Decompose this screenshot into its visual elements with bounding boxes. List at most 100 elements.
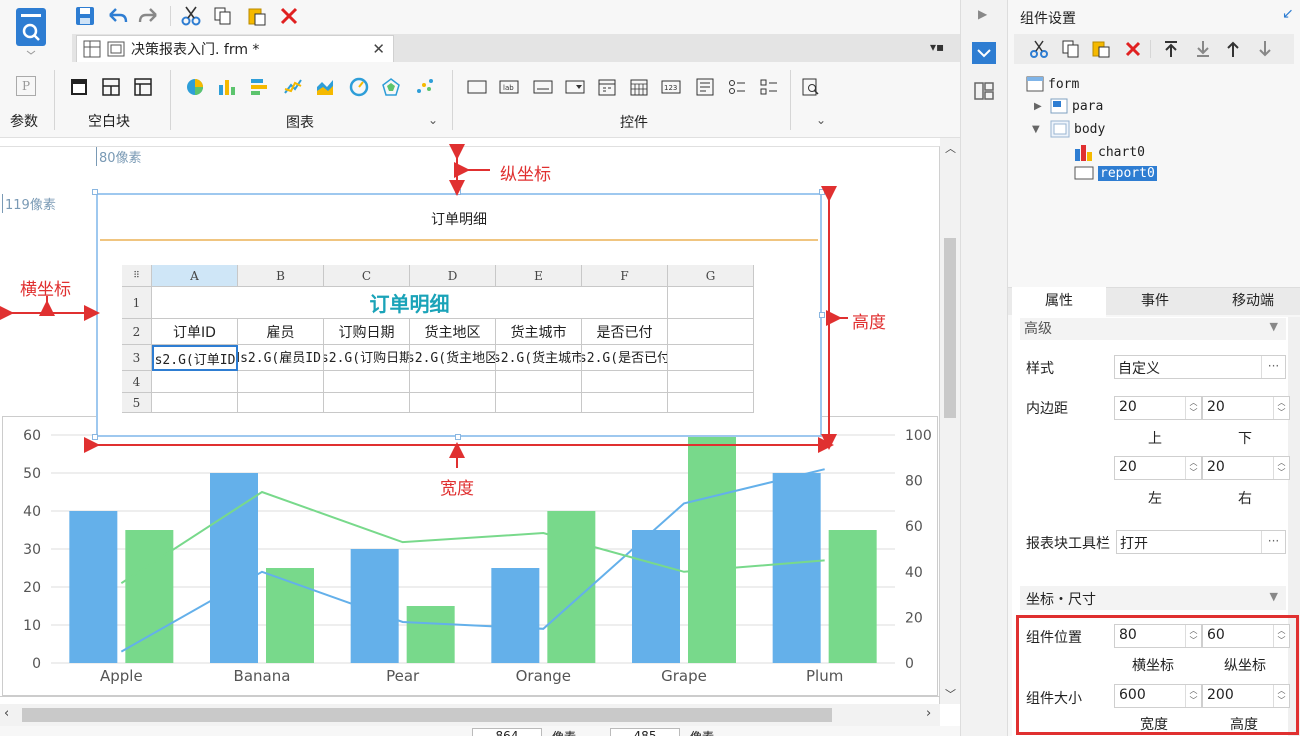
collapse-right-icon[interactable]: ▶ [978, 7, 987, 21]
label-control-icon[interactable]: lab [498, 76, 520, 98]
paste-icon[interactable] [246, 5, 268, 27]
radar-chart-icon[interactable] [380, 76, 402, 98]
chart-group-expand-icon[interactable]: ⌄ [428, 113, 438, 127]
padding-right-stepper-icon[interactable]: ︿ ﹀ [1273, 457, 1289, 479]
scroll-thumb[interactable] [944, 238, 956, 418]
status-height-field[interactable]: 485 [610, 728, 680, 736]
absolute-block-icon[interactable] [132, 76, 154, 98]
panel-toolbar [1014, 34, 1294, 64]
widget-paste-icon[interactable] [1090, 38, 1112, 60]
widget-delete-icon[interactable] [1122, 38, 1144, 60]
tree-collapse-body-icon[interactable]: ▼ [1032, 124, 1040, 135]
padding-bottom-stepper-icon[interactable]: ︿ ﹀ [1273, 397, 1289, 419]
tab-properties[interactable]: 属性 [1012, 287, 1106, 317]
widget-copy-icon[interactable] [1060, 38, 1082, 60]
area-chart-icon[interactable] [314, 76, 336, 98]
svg-text:lab: lab [503, 84, 514, 92]
section-position-size[interactable]: 坐标・尺寸 ▼ [1020, 586, 1286, 610]
tree-node-report0[interactable]: report0 [1074, 165, 1157, 181]
padding-bottom-input[interactable]: 20 ︿ ﹀ [1202, 396, 1290, 420]
section-advanced[interactable]: 高级 ▼ [1020, 318, 1286, 340]
widget-cut-icon[interactable] [1028, 38, 1050, 60]
bar-chart-icon[interactable] [216, 76, 238, 98]
padding-top-input[interactable]: 20 ︿ ﹀ [1114, 396, 1202, 420]
move-top-icon[interactable] [1160, 38, 1182, 60]
combobox-control-icon[interactable] [564, 76, 586, 98]
delete-icon[interactable] [278, 5, 300, 27]
y2-tick-label: 60 [905, 519, 923, 535]
x-tick-label: Apple [100, 667, 143, 685]
padding-top-stepper-icon[interactable]: ︿ ﹀ [1185, 397, 1201, 419]
undo-icon[interactable] [106, 5, 128, 27]
horizontal-scrollbar[interactable]: ‹ › [0, 704, 940, 726]
report-node-icon [1074, 166, 1094, 180]
tree-node-body[interactable]: body [1050, 120, 1105, 138]
style-more-icon[interactable]: ··· [1261, 356, 1285, 378]
save-icon[interactable] [74, 5, 96, 27]
tab-events[interactable]: 事件 [1108, 287, 1202, 315]
size-height-input[interactable]: 200 ︿ ﹀ [1202, 684, 1290, 708]
line-chart-icon[interactable] [282, 76, 304, 98]
padding-left-stepper-icon[interactable]: ︿ ﹀ [1185, 457, 1201, 479]
padding-right-input[interactable]: 20 ︿ ﹀ [1202, 456, 1290, 480]
position-x-input[interactable]: 80 ︿ ﹀ [1114, 624, 1202, 648]
button-control-icon[interactable] [466, 76, 488, 98]
move-down-icon[interactable] [1254, 38, 1276, 60]
position-y-stepper-icon[interactable]: ︿ ﹀ [1273, 625, 1289, 647]
size-height-stepper-icon[interactable]: ︿ ﹀ [1273, 685, 1289, 707]
cut-icon[interactable] [180, 5, 202, 27]
document-tab[interactable]: 决策报表入门. frm * ✕ [76, 35, 394, 62]
date-control-icon[interactable] [596, 76, 618, 98]
blank-block-icon[interactable] [68, 76, 90, 98]
control-group-expand-icon[interactable]: ⌄ [816, 113, 826, 127]
padding-top-caption: 上 [1148, 431, 1162, 447]
tab-block-icon[interactable] [100, 76, 122, 98]
grid-view-icon[interactable] [83, 40, 101, 58]
size-width-input[interactable]: 600 ︿ ﹀ [1114, 684, 1202, 708]
y2-tick-label: 20 [905, 610, 923, 626]
widget-panel-icon[interactable] [972, 42, 996, 64]
textarea-control-icon[interactable] [694, 76, 716, 98]
checkbox-group-control-icon[interactable] [758, 76, 780, 98]
search-widget-icon[interactable] [800, 76, 822, 98]
panel-pin-icon[interactable]: ↙ [1282, 6, 1294, 22]
scatter-chart-icon[interactable] [414, 76, 436, 98]
padding-label: 内边距 [1026, 401, 1068, 417]
move-bottom-icon[interactable] [1192, 38, 1214, 60]
status-width-field[interactable]: 864 [472, 728, 542, 736]
padding-left-input[interactable]: 20 ︿ ﹀ [1114, 456, 1202, 480]
layout-panel-icon[interactable] [974, 82, 994, 104]
style-field[interactable]: 自定义 ··· [1114, 355, 1286, 379]
report-toolbar-field[interactable]: 打开 ··· [1116, 530, 1286, 554]
tree-node-para[interactable]: para [1050, 98, 1103, 114]
scroll-left-icon[interactable]: ‹ [4, 706, 9, 721]
gauge-chart-icon[interactable] [348, 76, 370, 98]
number-control-icon[interactable]: 123 [660, 76, 682, 98]
app-logo[interactable] [14, 6, 48, 56]
tree-node-form[interactable]: form [1026, 76, 1079, 92]
bar-mark [632, 530, 680, 663]
calendar-control-icon[interactable] [628, 76, 650, 98]
position-y-input[interactable]: 60 ︿ ﹀ [1202, 624, 1290, 648]
textbox-control-icon[interactable] [532, 76, 554, 98]
hbar-chart-icon[interactable] [248, 76, 270, 98]
report-toolbar-more-icon[interactable]: ··· [1261, 531, 1285, 553]
tree-expand-para-icon[interactable]: ▶ [1034, 101, 1042, 112]
tree-node-chart0[interactable]: chart0 [1074, 143, 1145, 161]
redo-icon[interactable] [138, 5, 160, 27]
scroll-right-icon[interactable]: › [926, 706, 931, 721]
tab-menu-icon[interactable]: ▾▪ [930, 40, 944, 54]
position-x-stepper-icon[interactable]: ︿ ﹀ [1185, 625, 1201, 647]
size-width-stepper-icon[interactable]: ︿ ﹀ [1185, 685, 1201, 707]
param-icon[interactable]: P [16, 76, 36, 96]
vertical-scrollbar[interactable]: ︿ ﹀ [940, 138, 960, 704]
tab-mobile[interactable]: 移动端 [1206, 287, 1300, 315]
radio-group-control-icon[interactable] [726, 76, 748, 98]
scroll-down-icon[interactable]: ﹀ [945, 686, 956, 702]
close-tab-icon[interactable]: ✕ [372, 40, 385, 58]
move-up-icon[interactable] [1222, 38, 1244, 60]
copy-icon[interactable] [212, 5, 234, 27]
hscroll-thumb[interactable] [22, 708, 832, 722]
scroll-up-icon[interactable]: ︿ [945, 140, 956, 156]
pie-chart-icon[interactable] [184, 76, 206, 98]
